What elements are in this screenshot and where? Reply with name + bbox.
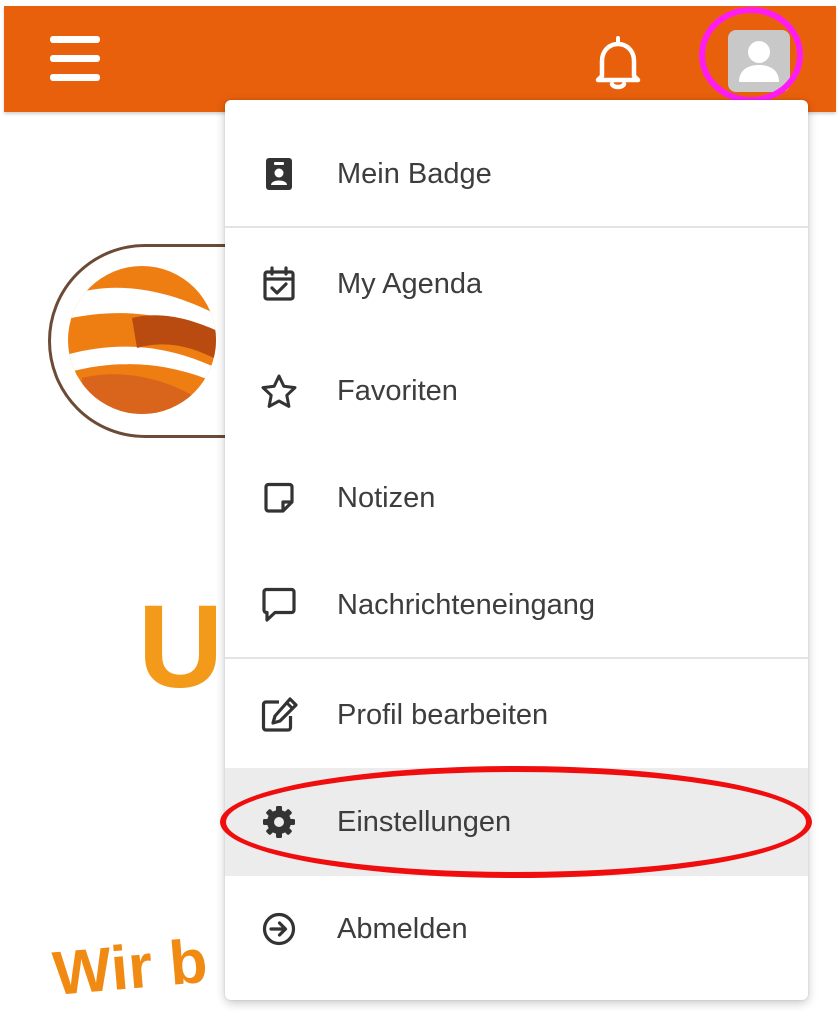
logout-arrow-icon bbox=[259, 909, 299, 949]
sticky-note-icon bbox=[259, 478, 299, 518]
menu-item-label: My Agenda bbox=[337, 267, 483, 300]
calendar-check-icon bbox=[259, 264, 299, 304]
menu-item-einstellungen[interactable]: Einstellungen bbox=[225, 768, 808, 876]
menu-item-label: Nachrichteneingang bbox=[337, 588, 595, 621]
hamburger-menu-icon[interactable] bbox=[48, 34, 102, 84]
menu-item-label: Abmelden bbox=[337, 912, 468, 945]
edit-icon bbox=[259, 695, 299, 735]
menu-item-label: Notizen bbox=[337, 481, 436, 514]
globe-logo-icon bbox=[62, 258, 232, 418]
top-app-bar bbox=[4, 6, 836, 112]
badge-icon bbox=[259, 154, 299, 194]
background-subheading: Wir b bbox=[50, 926, 211, 1009]
menu-item-label: Favoriten bbox=[337, 374, 458, 407]
menu-item-mein-badge[interactable]: Mein Badge bbox=[225, 120, 808, 228]
menu-item-my-agenda[interactable]: My Agenda bbox=[225, 230, 808, 338]
profile-dropdown-menu: Mein Badge My Agenda Favoriten Notizen N… bbox=[225, 100, 808, 1000]
menu-item-profil-bearbeiten[interactable]: Profil bearbeiten bbox=[225, 661, 808, 769]
menu-divider bbox=[225, 226, 808, 228]
app-screen: U Wir b Mein Badge My Agenda Favoriten N… bbox=[0, 0, 838, 1016]
menu-item-label: Profil bearbeiten bbox=[337, 698, 549, 731]
star-icon bbox=[259, 371, 299, 411]
menu-item-favoriten[interactable]: Favoriten bbox=[225, 337, 808, 445]
background-heading: U bbox=[138, 581, 226, 713]
menu-item-abmelden[interactable]: Abmelden bbox=[225, 875, 808, 983]
menu-item-label: Einstellungen bbox=[337, 805, 512, 838]
gear-icon bbox=[259, 802, 299, 842]
menu-item-notizen[interactable]: Notizen bbox=[225, 444, 808, 552]
menu-item-label: Mein Badge bbox=[337, 157, 492, 190]
user-avatar-icon[interactable] bbox=[728, 30, 790, 92]
message-icon bbox=[259, 585, 299, 625]
bell-icon[interactable] bbox=[588, 34, 648, 92]
menu-item-nachrichteneingang[interactable]: Nachrichteneingang bbox=[225, 551, 808, 659]
menu-divider bbox=[225, 657, 808, 659]
